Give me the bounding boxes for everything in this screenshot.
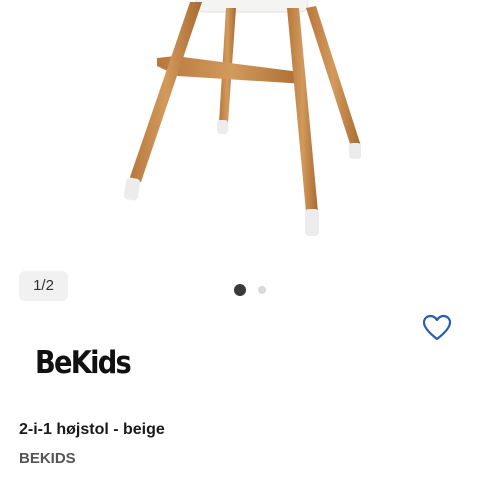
carousel-dot-inactive[interactable] [258, 286, 266, 294]
image-counter: 1/2 [19, 271, 68, 301]
high-chair-image [123, 0, 361, 236]
product-brand[interactable]: BEKIDS [19, 450, 76, 467]
carousel-dot-active[interactable] [234, 284, 246, 296]
brand-logo[interactable]: BeKids [35, 345, 132, 381]
carousel-dots [234, 284, 266, 296]
favorite-button[interactable] [422, 314, 452, 342]
product-image-gallery[interactable] [0, 0, 480, 262]
heart-outline-icon [422, 314, 452, 341]
product-title: 2-i-1 højstol - beige [19, 421, 165, 438]
